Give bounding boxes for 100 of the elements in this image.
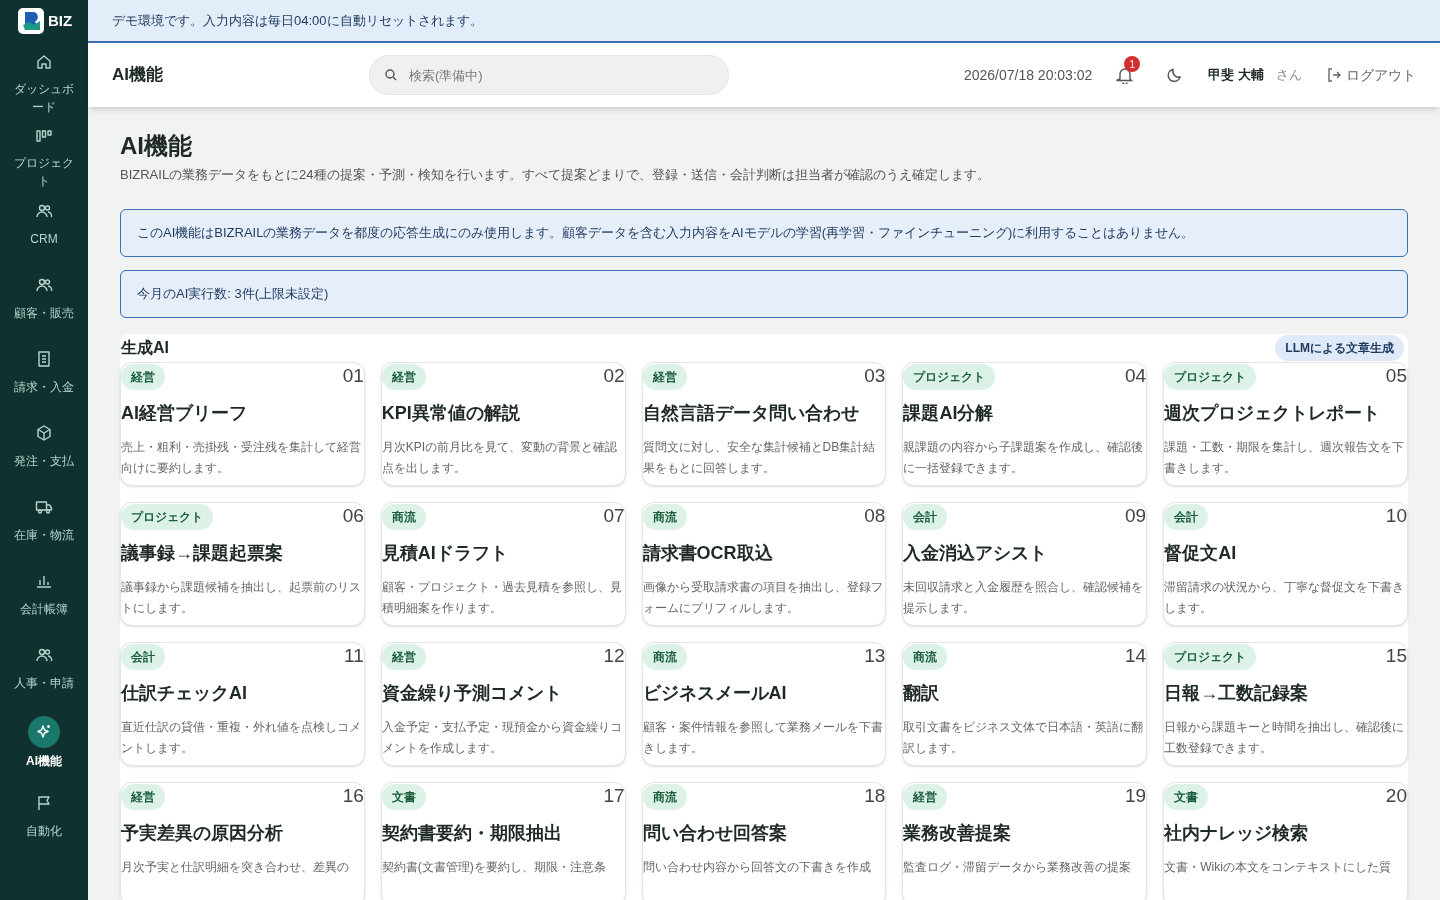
card-description: 取引文書をビジネス文体で日本語・英語に翻訳します。 (903, 718, 1145, 757)
feature-card[interactable]: プロジェクト 05 週次プロジェクトレポート 課題・工数・期限を集計し、週次報告文を下書きします。 (1163, 361, 1408, 486)
card-number: 13 (864, 643, 886, 665)
card-description: 月次KPIの前月比を見て、変動の背景と確認点を出します。 (381, 438, 619, 477)
page-subtitle: BIZRAILの業務データをもとに24種の提案・予測・検知を行います。すべて提案どまりで、登録・送信・会計判断は担当者が確認のうえ確定します。 (120, 166, 991, 184)
category-tag: プロジェクト (1164, 363, 1257, 390)
card-title: 督促文AI (1164, 541, 1238, 565)
card-title: 日報→工数記録案 (1164, 681, 1310, 705)
card-number: 01 (342, 363, 364, 385)
flag-icon (35, 794, 53, 812)
demo-banner: デモ環境です。入力内容は毎日04:00に自動リセットされます。 (88, 0, 1440, 43)
nav-item[interactable]: 自動化 (1, 782, 87, 856)
card-description: 顧客・プロジェクト・過去見積を参照し、見積明細案を作ります。 (381, 578, 623, 617)
category-tag: 商流 (381, 503, 426, 530)
feature-card[interactable]: 経営 12 資金繰り予測コメント 入金予定・支払予定・現預金から資金繰りコメントを作成します。 (380, 641, 626, 766)
user-suffix: さん (1276, 66, 1302, 85)
card-title: 資金繰り予測コメント (381, 681, 563, 705)
card-title: 課題AI分解 (903, 401, 995, 425)
feature-card[interactable]: 会計 11 仕訳チェックAI 直近仕訳の貸借・重複・外れ値を点検しコメントします。 (120, 641, 365, 766)
card-number: 17 (603, 783, 625, 805)
section-title: 生成AI (120, 337, 169, 358)
feature-card[interactable]: 経営 02 KPI異常値の解説 月次KPIの前月比を見て、変動の背景と確認点を出します。 (380, 361, 626, 486)
nav-item[interactable]: 顧客・販売 (1, 264, 87, 338)
category-tag: 経営 (903, 783, 948, 810)
feature-card[interactable]: 商流 13 ビジネスメールAI 顧客・案件情報を参照して業務メールを下書きします。 (641, 641, 887, 766)
bell-icon (1116, 66, 1135, 84)
card-title: 自然言語データ問い合わせ (642, 401, 860, 425)
nav-item[interactable]: 発注・支払 (1, 412, 87, 486)
card-description: 監査ログ・滞留データから業務改善の提案 (903, 858, 1133, 876)
feature-card[interactable]: 商流 18 問い合わせ回答案 問い合わせ内容から回答文の下書きを作成 (641, 781, 887, 900)
section-badge: LLMによる文章生成 (1275, 334, 1404, 361)
notice-box: このAI機能はBIZRAILの業務データを都度の応答生成にのみ使用します。顧客データを含む入力内容をAIモデルの学習(再学習・ファインチューニング)に利用することはありません。 (120, 208, 1408, 257)
nav-item[interactable]: CRM (1, 190, 87, 264)
nav-item[interactable]: AI機能 (1, 708, 87, 782)
page-title: AI機能 (120, 131, 193, 161)
feature-card[interactable]: 経営 16 予実差異の原因分析 月次予実と仕訳明細を突き合わせ、差異の (120, 781, 365, 900)
card-number: 11 (344, 643, 364, 665)
category-tag: 経営 (121, 363, 165, 390)
notice-box: 今月のAI実行数: 3件(上限未設定) (120, 269, 1408, 318)
card-description: 質問文に対し、安全な集計候補とDB集計結果をもとに回答します。 (642, 438, 877, 477)
nav-item[interactable]: プロジェクト (1, 116, 87, 190)
card-title: KPI異常値の解説 (381, 401, 521, 425)
feature-card[interactable]: 文書 17 契約書要約・期限抽出 契約書(文書管理)を要約し、期限・注意条 (380, 781, 626, 900)
card-number: 10 (1385, 503, 1407, 525)
feature-card[interactable]: 経営 01 AI経営ブリーフ 売上・粗利・売掛残・受注残を集計して経営向けに要約します。 (120, 361, 365, 486)
card-number: 15 (1385, 643, 1407, 665)
feature-card[interactable]: 商流 07 見積AIドラフト 顧客・プロジェクト・過去見積を参照し、見積明細案を作ります。 (380, 501, 626, 626)
card-title: 予実差異の原因分析 (121, 821, 284, 845)
card-description: 顧客・案件情報を参照して業務メールを下書きします。 (642, 718, 884, 757)
feature-card[interactable]: 会計 10 督促文AI 滞留請求の状況から、丁寧な督促文を下書きします。 (1163, 501, 1408, 626)
feature-card[interactable]: 経営 03 自然言語データ問い合わせ 質問文に対し、安全な集計候補とDB集計結果をもとに回答します。 (641, 361, 887, 486)
category-tag: 会計 (121, 643, 165, 670)
category-tag: プロジェクト (1164, 643, 1257, 670)
feature-card[interactable]: 経営 19 業務改善提案 監査ログ・滞留データから業務改善の提案 (902, 781, 1148, 900)
card-number: 12 (603, 643, 625, 665)
card-description: 問い合わせ内容から回答文の下書きを作成 (642, 858, 872, 876)
notification-button[interactable] (1116, 66, 1135, 84)
card-title: 週次プロジェクトレポート (1164, 401, 1382, 425)
category-tag: 商流 (642, 783, 687, 810)
search-icon (385, 69, 397, 81)
card-description: 親課題の内容から子課題案を作成し、確認後に一括登録できます。 (903, 438, 1145, 477)
card-number: 09 (1125, 503, 1147, 525)
logout-button[interactable]: ログアウト (1326, 64, 1416, 86)
logo-text: BIZ (48, 10, 73, 31)
category-tag: 商流 (903, 643, 948, 670)
card-title: 請求書OCR取込 (642, 541, 774, 565)
feature-card[interactable]: 文書 20 社内ナレッジ検索 文書・Wikiの本文をコンテキストにした質 (1163, 781, 1408, 900)
search-field[interactable]: 検索(準備中) (369, 55, 729, 95)
nav-item[interactable]: 人事・申請 (1, 634, 87, 708)
datetime-text: 2026/07/18 20:03:02 (963, 65, 1093, 85)
card-title: 翻訳 (903, 681, 941, 705)
people-icon (35, 202, 53, 220)
feature-card[interactable]: 商流 08 請求書OCR取込 画像から受取請求書の項目を抽出し、登録フォームにプリフィルします。 (641, 501, 887, 626)
card-title: 議事録→課題起票案 (121, 541, 284, 565)
card-description: 契約書(文書管理)を要約し、期限・注意条 (381, 858, 607, 876)
card-number: 04 (1125, 363, 1147, 385)
category-tag: 商流 (642, 503, 687, 530)
card-number: 06 (342, 503, 364, 525)
card-description: 入金予定・支払予定・現預金から資金繰りコメントを作成します。 (381, 718, 623, 757)
category-tag: 経営 (381, 643, 426, 670)
nav-item[interactable]: 在庫・物流 (1, 486, 87, 560)
card-description: 議事録から課題候補を抽出し、起票前のリストにします。 (121, 578, 362, 617)
nav-item[interactable]: 会計帳簿 (1, 560, 87, 634)
nav-item[interactable]: 請求・入金 (1, 338, 87, 412)
people-icon (35, 646, 53, 664)
card-description: 日報から課題キーと時間を抽出し、確認後に工数登録できます。 (1164, 718, 1406, 757)
card-title: 契約書要約・期限抽出 (381, 821, 563, 845)
feature-card[interactable]: 商流 14 翻訳 取引文書をビジネス文体で日本語・英語に翻訳します。 (902, 641, 1148, 766)
category-tag: 会計 (903, 503, 948, 530)
card-title: 社内ナレッジ検索 (1164, 821, 1310, 845)
feature-card[interactable]: プロジェクト 04 課題AI分解 親課題の内容から子課題案を作成し、確認後に一括登録できます。 (902, 361, 1148, 486)
category-tag: 商流 (642, 643, 687, 670)
card-number: 20 (1385, 783, 1407, 805)
feature-card[interactable]: プロジェクト 06 議事録→課題起票案 議事録から課題候補を抽出し、起票前のリストにします。 (120, 501, 365, 626)
feature-card[interactable]: 会計 09 入金消込アシスト 未回収請求と入金履歴を照合し、確認候補を提示します。 (902, 501, 1148, 626)
card-number: 14 (1125, 643, 1147, 665)
feature-card[interactable]: プロジェクト 15 日報→工数記録案 日報から課題キーと時間を抽出し、確認後に工数登録できます。 (1163, 641, 1408, 766)
category-tag: 経営 (642, 363, 687, 390)
card-number: 16 (342, 783, 364, 805)
nav-item[interactable]: ダッシュボード (1, 42, 87, 116)
